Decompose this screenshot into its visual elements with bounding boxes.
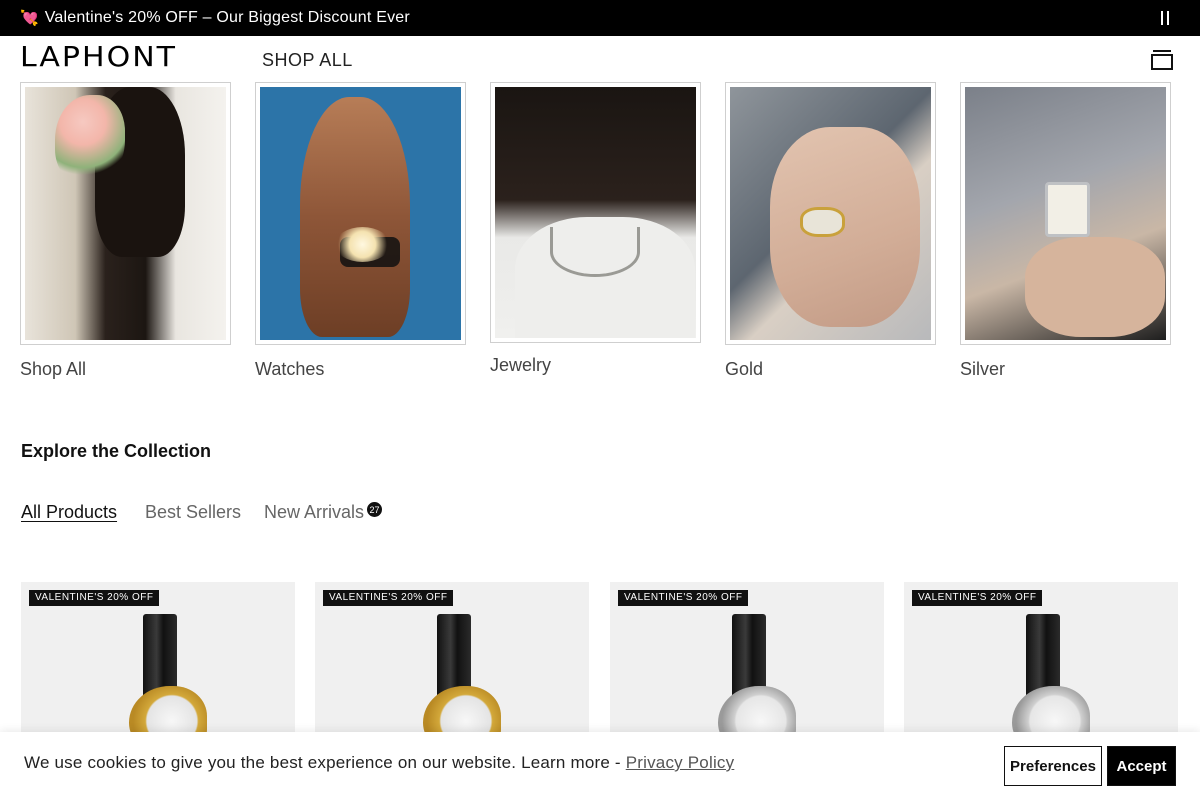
sale-badge: VALENTINE'S 20% OFF bbox=[323, 590, 454, 606]
category-image-gold bbox=[730, 87, 931, 340]
cookie-message: We use cookies to give you the best expe… bbox=[24, 753, 626, 772]
nav-shop-all[interactable]: SHOP ALL bbox=[262, 50, 353, 71]
cookie-text: We use cookies to give you the best expe… bbox=[24, 753, 734, 773]
category-image-silver bbox=[965, 87, 1166, 340]
category-image-shop-all bbox=[25, 87, 226, 340]
category-image-frame bbox=[725, 82, 936, 345]
category-tile-jewelry[interactable]: Jewelry bbox=[490, 82, 701, 376]
category-image-frame bbox=[255, 82, 466, 345]
category-image-jewelry bbox=[495, 87, 696, 338]
category-tile-gold[interactable]: Gold bbox=[725, 82, 936, 380]
category-image-frame bbox=[20, 82, 231, 345]
category-label: Watches bbox=[255, 359, 325, 379]
cookie-banner: We use cookies to give you the best expe… bbox=[0, 732, 1200, 800]
announcement-text: Valentine's 20% OFF – Our Biggest Discou… bbox=[44, 9, 410, 26]
announcement-bar: 💘 Valentine's 20% OFF – Our Biggest Disc… bbox=[0, 0, 1200, 36]
cart-icon[interactable] bbox=[1151, 50, 1173, 70]
category-image-frame bbox=[960, 82, 1171, 345]
accept-button[interactable]: Accept bbox=[1107, 746, 1176, 786]
pause-icon[interactable] bbox=[1160, 11, 1170, 25]
sale-badge: VALENTINE'S 20% OFF bbox=[618, 590, 749, 606]
brand-logo[interactable]: LAPHONT bbox=[20, 44, 177, 72]
category-tile-silver[interactable]: Silver bbox=[960, 82, 1171, 380]
site-header: LAPHONT SHOP ALL bbox=[0, 36, 1200, 82]
category-tile-watches[interactable]: Watches bbox=[255, 82, 466, 380]
product-card[interactable]: VALENTINE'S 20% OFF bbox=[610, 582, 884, 742]
tab-new-arrivals[interactable]: New Arrivals bbox=[264, 502, 364, 523]
section-title: Explore the Collection bbox=[21, 441, 212, 461]
sale-badge: VALENTINE'S 20% OFF bbox=[29, 590, 160, 606]
tab-best-sellers[interactable]: Best Sellers bbox=[145, 502, 241, 523]
category-label: Shop All bbox=[20, 359, 87, 379]
heart-icon: 💘 bbox=[20, 9, 39, 27]
category-label: Silver bbox=[960, 359, 1006, 379]
category-tile-shop-all[interactable]: Shop All bbox=[20, 82, 231, 380]
tab-all-products[interactable]: All Products bbox=[21, 502, 117, 523]
product-card[interactable]: VALENTINE'S 20% OFF bbox=[21, 582, 295, 742]
new-arrivals-count-badge: 27 bbox=[367, 502, 382, 517]
product-card[interactable]: VALENTINE'S 20% OFF bbox=[315, 582, 589, 742]
category-label: Jewelry bbox=[490, 355, 552, 375]
category-label: Gold bbox=[725, 359, 764, 379]
product-card[interactable]: VALENTINE'S 20% OFF bbox=[904, 582, 1178, 742]
preferences-button[interactable]: Preferences bbox=[1004, 746, 1102, 786]
sale-badge: VALENTINE'S 20% OFF bbox=[912, 590, 1043, 606]
privacy-policy-link[interactable]: Privacy Policy bbox=[626, 753, 735, 772]
category-image-frame bbox=[490, 82, 701, 343]
category-image-watches bbox=[260, 87, 461, 340]
